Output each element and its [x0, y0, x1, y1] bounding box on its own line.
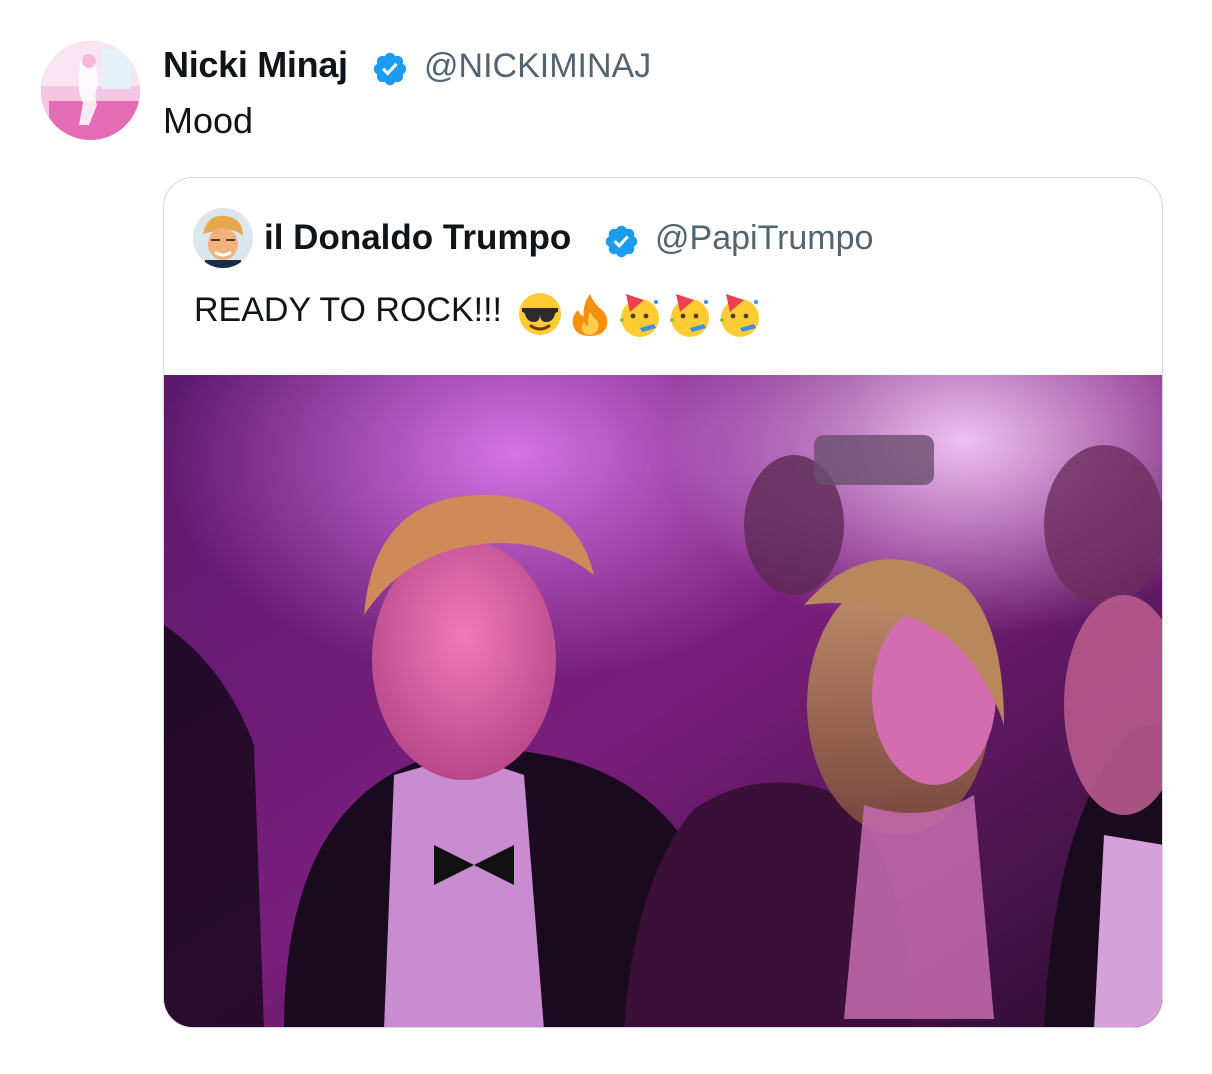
quoted-author-avatar[interactable]: [193, 208, 253, 268]
author-avatar[interactable]: [41, 41, 140, 140]
quoted-tweet-text: READY TO ROCK!!!: [194, 291, 502, 329]
author-name[interactable]: Nicki Minaj: [163, 44, 348, 86]
partying-face-icon: [720, 294, 759, 337]
tweet-text: Mood: [163, 100, 254, 141]
media-image: [164, 375, 1162, 1027]
quoted-tweet-card[interactable]: il Donaldo Trumpo @PapiTrumpo READY TO R…: [163, 177, 1163, 1028]
verified-badge-icon: [605, 225, 638, 258]
quoted-author-handle[interactable]: @PapiTrumpo: [655, 219, 873, 258]
sunglasses-face-icon: [519, 293, 561, 335]
emoji-row: [516, 290, 764, 340]
author-handle[interactable]: @NICKIMINAJ: [424, 47, 651, 86]
fire-icon: [572, 294, 608, 336]
partying-face-icon: [620, 294, 659, 337]
quoted-author-name[interactable]: il Donaldo Trumpo: [264, 218, 571, 258]
verified-badge-icon: [373, 52, 407, 86]
partying-face-icon: [670, 294, 709, 337]
quoted-tweet-media[interactable]: [164, 375, 1162, 1027]
